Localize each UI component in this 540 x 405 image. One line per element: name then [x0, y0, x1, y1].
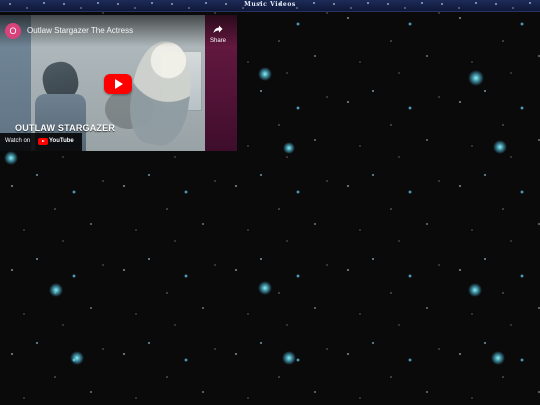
- cyan-star-7: [258, 281, 272, 295]
- play-button[interactable]: [104, 74, 132, 94]
- watch-on-label: Watch on: [5, 138, 31, 144]
- share-button[interactable]: Share: [207, 23, 229, 51]
- music-videos-header: Music Videos: [0, 0, 540, 12]
- play-icon: [115, 79, 123, 89]
- cyan-star-4: [493, 140, 507, 154]
- channel-avatar[interactable]: O: [5, 23, 21, 39]
- cyan-star-6: [49, 283, 63, 297]
- watch-on-youtube-button[interactable]: Watch on YouTube: [0, 133, 82, 151]
- cyan-star-9: [70, 351, 84, 365]
- youtube-wordmark: YouTube: [49, 138, 74, 144]
- page-title: Music Videos: [244, 1, 296, 8]
- cyan-star-11: [491, 351, 505, 365]
- music-videos-page: Music Videos O Outlaw Stargazer The Actr…: [0, 0, 540, 405]
- cyan-star-1: [258, 67, 272, 81]
- cyan-star-8: [468, 283, 482, 297]
- youtube-logo-icon: [38, 138, 48, 145]
- video-title-bar: O Outlaw Stargazer The Actress Share: [0, 15, 237, 47]
- cyan-star-3: [283, 142, 295, 154]
- video-title[interactable]: Outlaw Stargazer The Actress: [27, 26, 133, 36]
- youtube-video-player[interactable]: O Outlaw Stargazer The Actress Share OUT…: [0, 15, 237, 151]
- cyan-star-10: [282, 351, 296, 365]
- video-overlay-text: OUTLAW STARGAZER: [15, 123, 116, 133]
- cyan-star-2: [468, 70, 484, 86]
- share-label: Share: [209, 38, 226, 44]
- cyan-star-5: [4, 151, 18, 165]
- share-icon: [213, 25, 223, 33]
